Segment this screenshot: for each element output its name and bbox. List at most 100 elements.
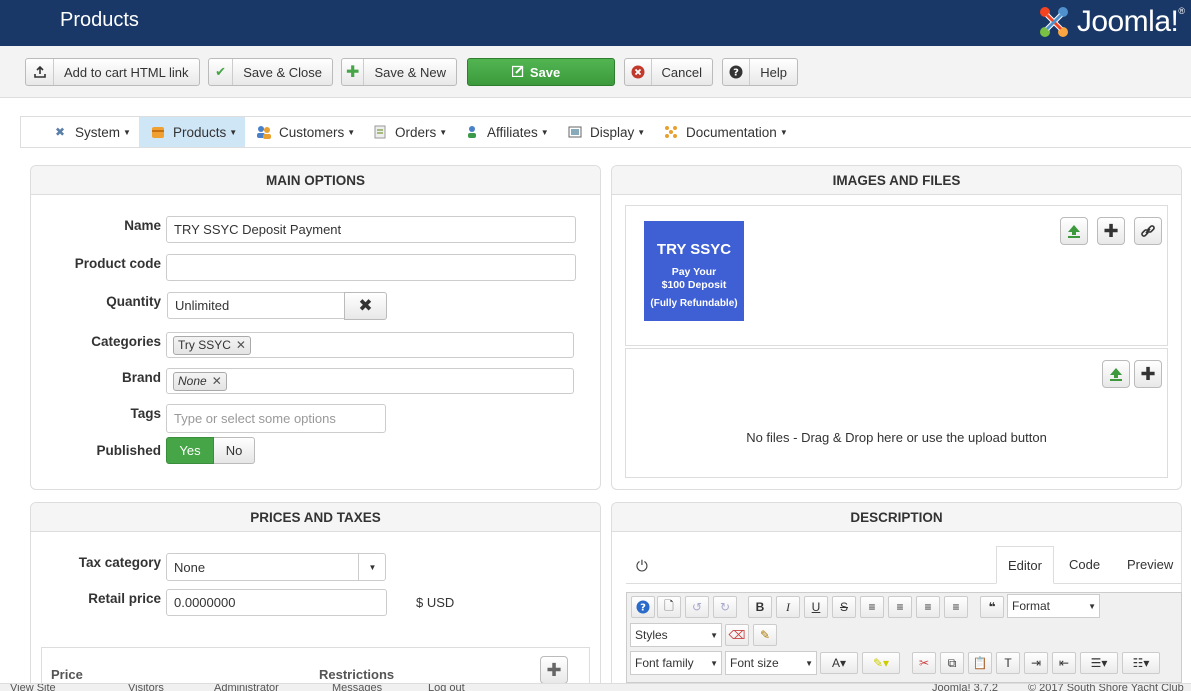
tab-code[interactable]: Code (1069, 557, 1100, 572)
font-size-select-label: Font size (730, 656, 779, 670)
remove-tag-icon[interactable]: ✕ (236, 338, 246, 352)
help-icon: ? (723, 59, 751, 85)
menu-documentation[interactable]: Documentation ▼ (662, 117, 788, 147)
add-to-cart-label: Add to cart HTML link (64, 64, 189, 80)
upload-file-button[interactable] (1102, 360, 1130, 388)
caret-down-icon: ▼ (358, 554, 386, 580)
main-options-heading: MAIN OPTIONS (31, 166, 600, 195)
save-new-button[interactable]: ✚ Save & New (341, 58, 457, 86)
thumb-line-1: TRY SSYC (656, 241, 732, 258)
tab-editor[interactable]: Editor (996, 546, 1054, 584)
price-column-header: Price (51, 667, 83, 682)
no-files-message: No files - Drag & Drop here or use the u… (746, 430, 1047, 445)
numbered-list-icon[interactable]: ☰▾ (1080, 652, 1118, 674)
align-right-icon[interactable]: ≡ (944, 596, 968, 618)
upload-image-button[interactable] (1060, 217, 1088, 245)
strikethrough-icon[interactable]: S (832, 596, 856, 618)
menu-customers[interactable]: Customers ▼ (255, 117, 355, 147)
tags-field[interactable]: Type or select some options (166, 404, 386, 433)
align-center-icon[interactable]: ≡ (888, 596, 912, 618)
font-size-select[interactable]: Font size ▼ (725, 651, 817, 675)
published-label: Published (96, 443, 161, 458)
align-justify-icon[interactable]: ≡ (860, 596, 884, 618)
check-icon: ✔ (209, 59, 234, 85)
brand-field[interactable]: None ✕ (166, 368, 574, 394)
format-select-label: Format (1012, 599, 1051, 613)
font-family-select[interactable]: Font family ▼ (630, 651, 722, 675)
add-to-cart-html-link-button[interactable]: Add to cart HTML link (25, 58, 200, 86)
add-file-button[interactable]: ✚ (1134, 360, 1162, 388)
help-button[interactable]: ? Help (722, 58, 798, 86)
menu-products[interactable]: Products ▼ (139, 117, 245, 147)
add-price-button[interactable]: ✚ (540, 656, 568, 684)
categories-field[interactable]: Try SSYC ✕ (166, 332, 574, 358)
clear-quantity-button[interactable]: ✖ (344, 292, 387, 320)
plus-icon: ✚ (546, 659, 562, 680)
product-code-field[interactable] (166, 254, 576, 281)
clean-format-icon[interactable]: ✎ (753, 624, 777, 646)
paste-icon[interactable]: 📋 (968, 652, 992, 674)
add-image-button[interactable]: ✚ (1097, 217, 1125, 245)
tab-preview[interactable]: Preview (1127, 557, 1173, 572)
caret-down-icon: ▼ (1088, 601, 1096, 611)
italic-icon[interactable]: I (776, 596, 800, 618)
caret-down-icon: ▼ (710, 658, 718, 668)
eraser-icon[interactable]: ⌫ (725, 624, 749, 646)
retail-price-field[interactable]: 0.0000000 (166, 589, 387, 616)
image-link-button[interactable] (1134, 217, 1162, 245)
menu-display[interactable]: Display ▼ (566, 117, 645, 147)
paste-text-icon[interactable]: T (996, 652, 1020, 674)
text-color-icon[interactable]: A▾ (820, 652, 858, 674)
copy-icon[interactable]: ⧉ (940, 652, 964, 674)
restrictions-column-header: Restrictions (319, 667, 395, 682)
users-icon (255, 125, 273, 139)
published-yes-button[interactable]: Yes (166, 437, 214, 464)
joomla-logo[interactable]: Joomla! ® (1035, 2, 1185, 42)
product-image-thumbnail[interactable]: TRY SSYC Pay Your $100 Deposit (Fully Re… (644, 221, 744, 321)
remove-tag-icon[interactable]: ✕ (212, 374, 222, 388)
undo-icon[interactable]: ↺ (685, 596, 709, 618)
quantity-label: Quantity (106, 294, 161, 309)
tax-category-select[interactable]: None ▼ (166, 553, 386, 581)
redo-icon[interactable]: ↻ (713, 596, 737, 618)
new-document-icon[interactable]: 🗋 (657, 596, 681, 618)
thumb-line-3: $100 Deposit (661, 279, 727, 291)
help-icon[interactable]: ? (631, 596, 655, 618)
menu-affiliates[interactable]: Affiliates ▼ (463, 117, 549, 147)
svg-text:?: ? (640, 603, 646, 614)
logout-link[interactable]: Log out (428, 684, 465, 691)
outdent-icon[interactable]: ⇤ (1052, 652, 1076, 674)
align-left-icon[interactable]: ≡ (916, 596, 940, 618)
quantity-field[interactable]: Unlimited (167, 292, 345, 319)
joomla-logo-icon (1039, 7, 1068, 37)
affiliates-icon (463, 125, 481, 139)
thumb-line-2: Pay Your (671, 266, 717, 278)
menu-system[interactable]: ✖ System ▼ (51, 117, 131, 147)
highlight-icon[interactable]: ✎▾ (862, 652, 900, 674)
cancel-label: Cancel (661, 64, 702, 80)
menu-products-label: Products (173, 124, 227, 140)
save-button[interactable]: Save (467, 58, 615, 86)
underline-icon[interactable]: U (804, 596, 828, 618)
power-icon[interactable]: ⏻ (636, 558, 648, 575)
save-new-label: Save & New (374, 64, 446, 80)
bold-icon[interactable]: B (748, 596, 772, 618)
upload-icon (1110, 368, 1122, 381)
toolbar: Add to cart HTML link ✔ Save & Close ✚ S… (0, 46, 1191, 98)
save-close-button[interactable]: ✔ Save & Close (208, 58, 333, 86)
format-select[interactable]: Format ▼ (1007, 594, 1100, 618)
published-no-button[interactable]: No (214, 437, 255, 464)
cancel-button[interactable]: Cancel (624, 58, 713, 86)
main-options-panel: MAIN OPTIONS (30, 165, 601, 490)
blockquote-icon[interactable]: ❝ (980, 596, 1004, 618)
bullet-list-icon[interactable]: ☷▾ (1122, 652, 1160, 674)
name-field[interactable]: TRY SSYC Deposit Payment (166, 216, 576, 243)
thumb-line-4: (Fully Refundable) (650, 298, 738, 309)
view-site-link[interactable]: View Site (10, 684, 56, 691)
cut-icon[interactable]: ✂ (912, 652, 936, 674)
styles-select[interactable]: Styles ▼ (630, 623, 722, 647)
messages-label: Messages (332, 683, 383, 691)
files-dropzone[interactable] (625, 348, 1168, 478)
indent-icon[interactable]: ⇥ (1024, 652, 1048, 674)
menu-orders[interactable]: Orders ▼ (371, 117, 447, 147)
